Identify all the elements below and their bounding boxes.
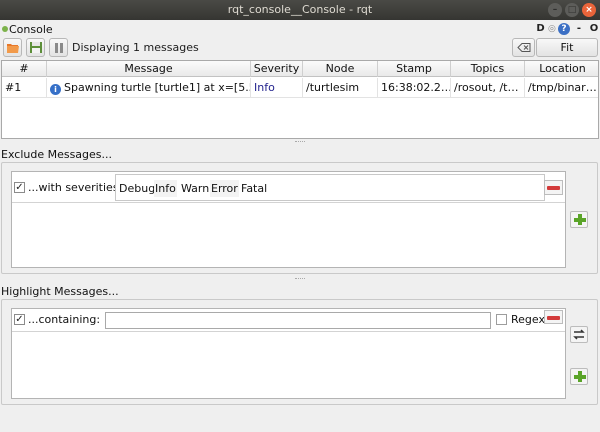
severity-error[interactable]: Error: [210, 180, 239, 197]
highlight-section-title: Highlight Messages...: [1, 285, 119, 298]
severity-list: Debug Info Warn Error Fatal: [115, 174, 545, 201]
cell-topics: /rosout, /t…: [451, 78, 525, 98]
save-button[interactable]: [26, 38, 45, 57]
exclude-severity-filter-row: ...with severities: Debug Info Warn Erro…: [12, 172, 565, 203]
toolbar: Displaying 1 messages Fit Columns: [0, 38, 600, 71]
cell-severity: Info: [251, 78, 303, 98]
message-table[interactable]: # Message Severity Node Stamp Topics Loc…: [1, 60, 599, 139]
column-header-location[interactable]: Location: [525, 61, 600, 77]
severity-info[interactable]: Info: [154, 180, 177, 197]
clear-button[interactable]: [512, 38, 535, 57]
exclude-group: ...with severities: Debug Info Warn Erro…: [1, 162, 598, 274]
info-icon: i: [50, 84, 61, 95]
plugin-title: Console: [9, 23, 53, 36]
pause-button[interactable]: [49, 38, 68, 57]
exclude-filter-list: ...with severities: Debug Info Warn Erro…: [11, 171, 566, 268]
highlight-text-label: ...containing:: [28, 313, 101, 326]
plugin-header: Console D ◎ ? - O: [0, 20, 600, 38]
highlight-text-filter-row: ...containing: Regex: [12, 309, 565, 332]
window-title: rqt_console__Console - rqt: [227, 3, 373, 16]
table-row[interactable]: #1 i Spawning turtle [turtle1] at x=[5.5……: [2, 78, 598, 98]
window-title-bar: rqt_console__Console - rqt – □ ×: [0, 0, 600, 20]
cell-location: /tmp/binar…: [528, 81, 597, 94]
close-icon[interactable]: ×: [582, 3, 596, 17]
severity-warn[interactable]: Warn: [180, 180, 210, 197]
swap-arrows-icon: [573, 329, 585, 340]
remove-exclude-filter-button[interactable]: [544, 180, 563, 195]
help-icon[interactable]: ?: [558, 22, 570, 35]
close-plugin-button[interactable]: O: [588, 22, 600, 35]
swap-filter-button[interactable]: [570, 326, 588, 343]
folder-open-icon: [7, 44, 19, 53]
regex-label: Regex: [511, 313, 545, 326]
splitter-handle[interactable]: [295, 141, 305, 143]
maximize-icon[interactable]: □: [565, 3, 579, 17]
column-header-message[interactable]: Message: [47, 61, 251, 77]
regex-checkbox[interactable]: [496, 314, 507, 325]
severity-debug[interactable]: Debug: [118, 180, 156, 197]
minimize-plugin-button[interactable]: -: [572, 22, 586, 35]
cell-number: #1: [2, 78, 47, 98]
plugin-grip-icon[interactable]: [1, 25, 9, 33]
dock-button[interactable]: D: [535, 22, 546, 35]
reload-icon[interactable]: ◎: [548, 24, 556, 34]
exclude-severity-label: ...with severities:: [28, 181, 123, 194]
splitter-handle-lower[interactable]: [295, 278, 305, 280]
column-header-topics[interactable]: Topics: [451, 61, 525, 77]
remove-highlight-filter-button[interactable]: [544, 310, 563, 324]
open-button[interactable]: [3, 38, 22, 57]
clear-icon: [517, 43, 531, 52]
exclude-section-title: Exclude Messages...: [1, 148, 113, 161]
minimize-icon[interactable]: –: [548, 3, 562, 17]
cell-message: i Spawning turtle [turtle1] at x=[5.5…: [47, 78, 251, 98]
save-icon: [30, 42, 42, 53]
fit-columns-button[interactable]: Fit Columns: [536, 38, 598, 71]
highlight-text-input[interactable]: [105, 312, 491, 329]
severity-fatal[interactable]: Fatal: [240, 180, 268, 197]
column-header-node[interactable]: Node: [303, 61, 378, 77]
highlight-filter-list: ...containing: Regex: [11, 308, 566, 399]
plugin-controls: D ◎ ? - O: [535, 22, 600, 35]
exclude-severity-checkbox[interactable]: [14, 182, 25, 193]
column-header-number[interactable]: #: [2, 61, 47, 77]
add-highlight-filter-button[interactable]: [570, 368, 588, 385]
column-header-severity[interactable]: Severity: [251, 61, 303, 77]
table-header: # Message Severity Node Stamp Topics Loc…: [2, 61, 598, 77]
highlight-group: ...containing: Regex: [1, 299, 598, 405]
column-header-stamp[interactable]: Stamp: [378, 61, 451, 77]
cell-stamp: 16:38:02.2…: [378, 78, 451, 98]
add-exclude-filter-button[interactable]: [570, 211, 588, 228]
highlight-text-checkbox[interactable]: [14, 314, 25, 325]
cell-node: /turtlesim: [303, 78, 378, 98]
window-controls: – □ ×: [548, 3, 596, 17]
pause-icon: [55, 43, 63, 53]
cell-message-text: Spawning turtle [turtle1] at x=[5.5…: [64, 81, 251, 94]
message-count-label: Displaying 1 messages: [72, 41, 199, 54]
